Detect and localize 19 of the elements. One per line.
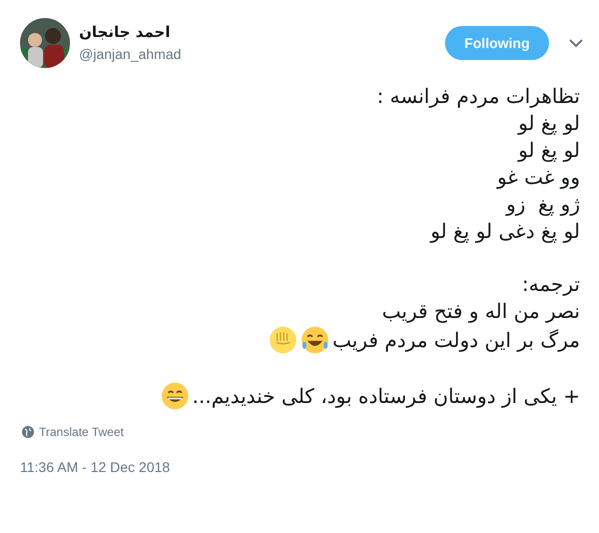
globe-icon <box>22 426 34 438</box>
tweet-text-line: تظاهرات مردم فرانسه : <box>376 83 580 110</box>
tweet-text-line: ژو پغ زو <box>506 191 580 218</box>
tweet-text-line: ترجمه: <box>522 271 580 298</box>
tweet-text-line: نصر من اله و فتح قریب <box>382 298 580 325</box>
tweet-text-line: وو غت غو <box>497 164 580 191</box>
tweet-text-line: لو پغ لو <box>518 137 580 164</box>
tweet-text-line: + یکی از دوستان فرستاده بود، کلی خندیدیم... <box>192 382 580 410</box>
tears-of-joy-emoji-icon <box>300 325 330 355</box>
author-handle[interactable]: @janjan_ahmad <box>79 44 182 65</box>
tweet-text-line: مرگ بر این دولت مردم فریب <box>332 326 580 354</box>
following-button[interactable]: Following <box>445 26 549 60</box>
tweet-text-line: لو پغ دغی لو پغ لو <box>430 218 580 245</box>
tweet-text-line: لو پغ لو <box>518 110 580 137</box>
tweet-timestamp[interactable]: 11:36 AM - 12 Dec 2018 <box>20 459 170 475</box>
author-name[interactable]: احمد جانجان <box>79 21 182 44</box>
translate-tweet-link[interactable]: Translate Tweet <box>39 423 124 441</box>
grinning-emoji-icon <box>160 381 190 411</box>
chevron-down-icon[interactable] <box>569 38 583 48</box>
